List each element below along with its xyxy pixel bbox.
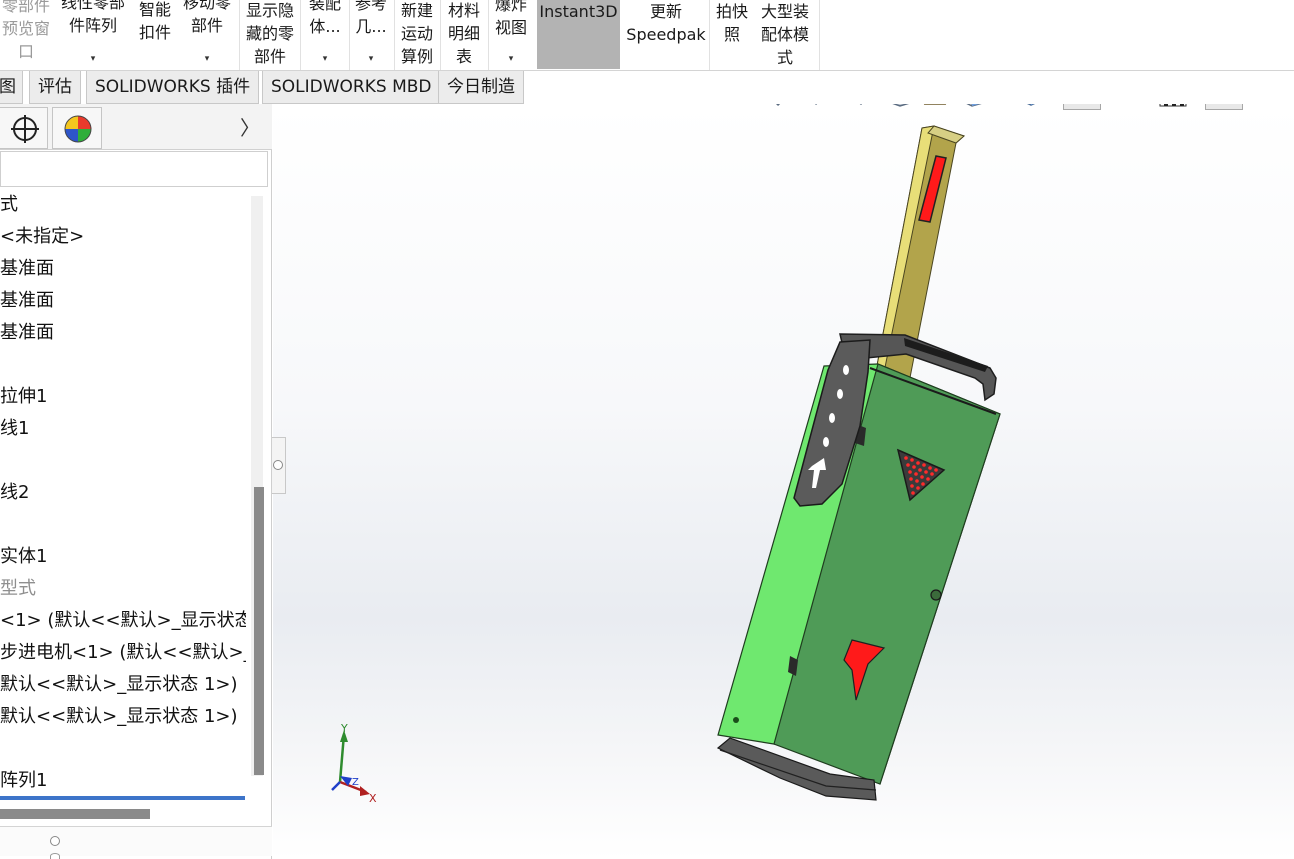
take-snapshot-button[interactable]: 拍快 照	[711, 0, 753, 70]
show-hidden-components-button[interactable]: 显示隐 藏的零 部件	[241, 0, 299, 69]
panel-tab-strip: 〉	[0, 104, 272, 150]
reference-triad: Y X Z	[331, 722, 377, 805]
eye-icon	[1064, 104, 1100, 109]
tree-item[interactable]: 阵列1	[0, 767, 47, 795]
zoom-to-fit-icon	[776, 104, 781, 107]
tree-item[interactable]: <1> (默认<<默认>_显示状态 1	[0, 607, 246, 635]
instant3d-button[interactable]: Instant3D	[537, 0, 620, 69]
feature-manager-panel: 〉 式 <未指定> 基准面 基准面 基准面 拉伸1 线1 线2 实体1 型式 <…	[0, 104, 272, 859]
triad-z-label: Z	[352, 777, 359, 788]
annotation-view-icon: A	[923, 104, 947, 105]
update-speedpak-button[interactable]: 更新 Speedpak	[624, 0, 708, 70]
rollback-bar[interactable]	[0, 796, 245, 800]
ribbon-separator	[440, 0, 441, 70]
previous-view-icon	[859, 104, 863, 105]
hide-show-items-button[interactable]: ▾	[1063, 104, 1101, 110]
tab-view[interactable]: 图	[0, 71, 23, 104]
triad-y-label: Y	[340, 722, 348, 735]
apply-scene-button[interactable]: ▾	[1156, 104, 1190, 110]
expand-panel-button[interactable]: 〉	[240, 112, 260, 141]
chevron-down-icon[interactable]: ▾	[91, 55, 96, 64]
triad-x-label: X	[369, 792, 377, 805]
apply-scene-icon	[1159, 104, 1187, 107]
tree-item[interactable]: 默认<<默认>_显示状态 1>)	[0, 703, 238, 731]
tree-filter-input[interactable]	[0, 151, 268, 187]
smart-fasteners-button[interactable]: 智能 扣件	[132, 0, 178, 68]
chevron-down-icon[interactable]: ▾	[323, 55, 328, 64]
view-orientation-icon	[966, 104, 982, 107]
feature-tree: 式 <未指定> 基准面 基准面 基准面 拉伸1 线1 线2 实体1 型式 <1>…	[0, 191, 246, 859]
zoom-to-area-button[interactable]	[810, 104, 844, 110]
large-assembly-mode-button[interactable]: 大型装 配体模 式	[755, 0, 815, 70]
command-ribbon: 零部件 预览窗 口 线性零部 件阵列 ▾ 智能 扣件 移动零 部件 ▾ 显示隐 …	[0, 0, 1294, 71]
tab-dimxpert[interactable]	[0, 107, 48, 149]
crosshair-icon	[11, 115, 39, 143]
assembly-features-button[interactable]: 装配 体... ▾	[302, 0, 348, 64]
monitor-icon	[1206, 104, 1242, 109]
assembly-model[interactable]	[700, 120, 1020, 810]
ribbon-separator	[488, 0, 489, 70]
ribbon-separator	[709, 0, 710, 70]
exploded-view-button[interactable]: 爆炸 视图 ▾	[490, 0, 532, 64]
display-style-button[interactable]: ▾	[1014, 104, 1048, 110]
new-motion-study-button[interactable]: 新建 运动 算例	[396, 0, 438, 69]
tree-item[interactable]: 线1	[0, 415, 29, 443]
panel-bottom-strip	[0, 826, 272, 856]
chevron-down-icon[interactable]: ▾	[205, 55, 210, 64]
section-view-icon	[892, 104, 910, 107]
tree-item[interactable]: 实体1	[0, 543, 47, 571]
tab-solidworks-addins[interactable]: SOLIDWORKS 插件	[86, 71, 260, 104]
tree-item[interactable]: <未指定>	[0, 223, 84, 251]
splitter-handle-icon[interactable]	[50, 853, 60, 859]
appearance-sphere-icon	[64, 115, 92, 143]
view-orientation-button[interactable]: ▾	[958, 104, 992, 110]
section-view-button[interactable]	[884, 104, 918, 110]
linear-component-pattern-button[interactable]: 线性零部 件阵列 ▾	[56, 0, 130, 64]
ribbon-separator	[394, 0, 395, 70]
tree-item[interactable]: 基准面	[0, 319, 54, 347]
dynamic-annotation-views-button[interactable]: A	[921, 104, 955, 110]
horizontal-scrollbar-thumb[interactable]	[0, 809, 150, 819]
move-component-button[interactable]: 移动零 部件 ▾	[178, 0, 236, 64]
tree-scrollbar-thumb[interactable]	[254, 487, 264, 775]
tab-solidworks-mbd[interactable]: SOLIDWORKS MBD	[262, 71, 441, 104]
splitter-handle-icon[interactable]	[273, 460, 283, 470]
tab-display-manager[interactable]	[52, 107, 102, 149]
tree-item[interactable]: 基准面	[0, 255, 54, 283]
edit-appearance-button[interactable]	[1117, 104, 1151, 110]
tree-item[interactable]: 式	[0, 191, 18, 219]
ribbon-separator	[300, 0, 301, 70]
display-style-cube-icon	[1026, 104, 1036, 106]
ribbon-separator	[819, 0, 820, 70]
tree-item[interactable]: 基准面	[0, 287, 54, 315]
chevron-down-icon[interactable]: ▾	[369, 55, 374, 64]
zoom-to-fit-button[interactable]	[773, 104, 807, 110]
chevron-down-icon[interactable]: ▾	[509, 55, 514, 64]
tab-evaluate[interactable]: 评估	[29, 71, 81, 104]
previous-view-button[interactable]	[847, 104, 881, 110]
ribbon-separator	[239, 0, 240, 70]
tree-item[interactable]: 步进电机<1> (默认<<默认>_显	[0, 639, 246, 667]
component-preview-window-button[interactable]: 零部件 预览窗 口	[0, 0, 52, 64]
graphics-area[interactable]: A ▾ ▾ ▾	[273, 104, 1294, 859]
reference-geometry-button[interactable]: 参考 几... ▾	[350, 0, 392, 64]
tree-item[interactable]: 型式	[0, 575, 36, 603]
bill-of-materials-button[interactable]: 材料 明细 表	[442, 0, 486, 69]
zoom-area-icon	[815, 104, 818, 106]
tree-item[interactable]: 线2	[0, 479, 29, 507]
splitter-handle-icon[interactable]	[50, 836, 60, 846]
tree-item[interactable]: 拉伸1	[0, 383, 47, 411]
tree-item[interactable]: 默认<<默认>_显示状态 1>)	[0, 671, 238, 699]
view-settings-button[interactable]: ▾	[1205, 104, 1243, 110]
tab-made-today[interactable]: 今日制造	[438, 71, 524, 104]
edit-appearance-icon	[1117, 104, 1151, 110]
